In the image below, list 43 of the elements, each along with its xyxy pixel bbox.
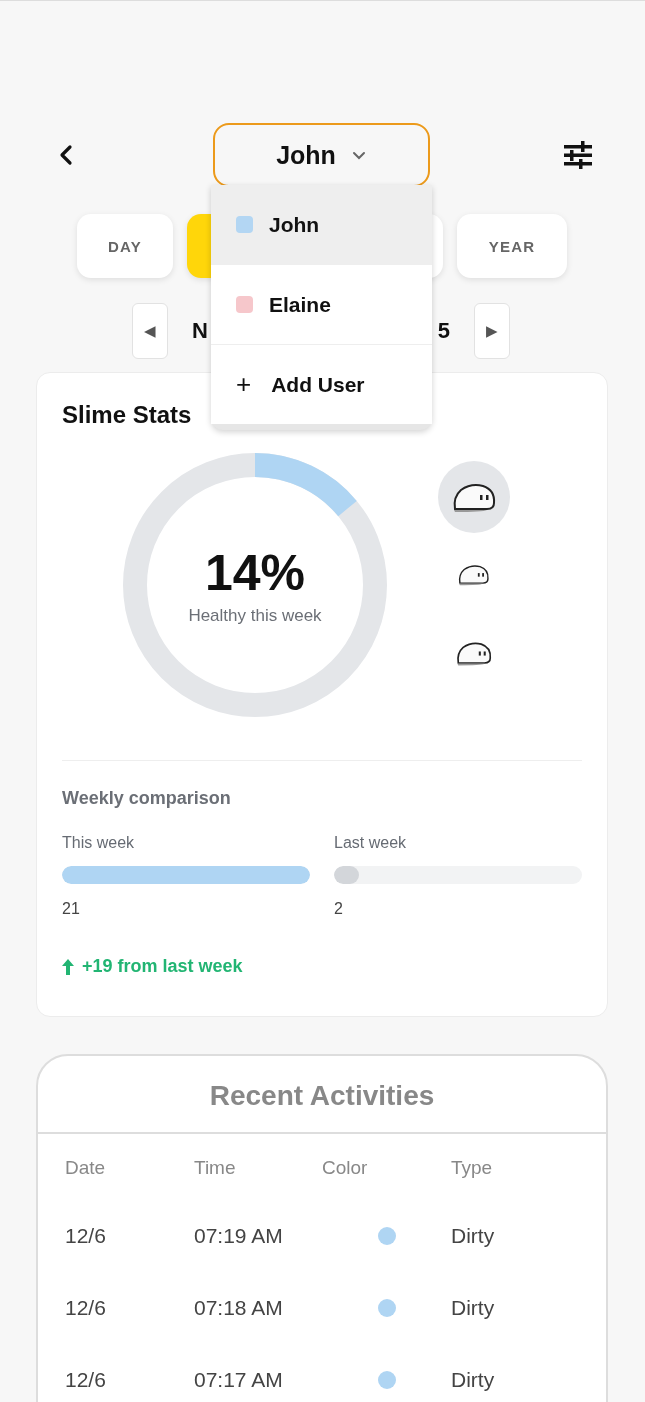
column-header: Color [322,1157,369,1179]
bar-label: This week [62,834,136,852]
percent-value: 14% [204,544,306,602]
menu-item[interactable]: + Add User [211,345,432,424]
table-cell-text: Dirty [451,1296,496,1320]
date-label-start: N [192,318,208,344]
menu-item[interactable]: Elaine [211,265,432,345]
bar-value: 2 [334,900,344,918]
slime-icon [451,481,497,513]
back-icon[interactable] [59,144,73,166]
slime-icon [457,563,491,587]
user-dropdown[interactable]: John [212,123,430,187]
section-title: Weekly comparison [62,788,232,809]
user-name: John [269,212,320,237]
table-cell-text: 07:19 AM [194,1224,284,1248]
table-cell-text: 12/6 [65,1368,107,1392]
table-cell-text: 07:17 AM [194,1368,284,1392]
period-tab[interactable]: DAY [77,214,173,278]
next-button[interactable]: ▶ [474,303,510,359]
table-cell-text: 12/6 [65,1296,107,1320]
bar-value: 21 [62,900,81,918]
table-cell-text: Dirty [451,1368,496,1392]
card-title: Recent Activities [38,1056,606,1134]
column-header: Time [194,1157,237,1179]
column-header: Type [451,1157,494,1179]
card-title: Slime Stats [62,401,193,429]
percent-caption: Healthy this week [188,606,322,626]
chevron-down-icon [351,150,366,160]
date-label-end: 5 [437,318,450,344]
previous-button[interactable]: ◀ [132,303,168,359]
arrow-up-icon [62,958,74,975]
column-header: Date [65,1157,107,1179]
add-user-label: Add User [271,372,365,397]
table-cell-text: 12/6 [65,1224,107,1248]
menu-item[interactable]: John [211,185,432,265]
bar-label: Last week [334,834,408,852]
plus-icon: + [236,369,252,400]
period-tab[interactable]: YEAR [457,214,567,278]
table-cell-text: 07:18 AM [194,1296,284,1320]
user-name: Elaine [269,292,331,317]
table-cell-text: Dirty [451,1224,496,1248]
filter-icon[interactable] [563,141,593,169]
change-text: +19 from last week [82,956,243,977]
